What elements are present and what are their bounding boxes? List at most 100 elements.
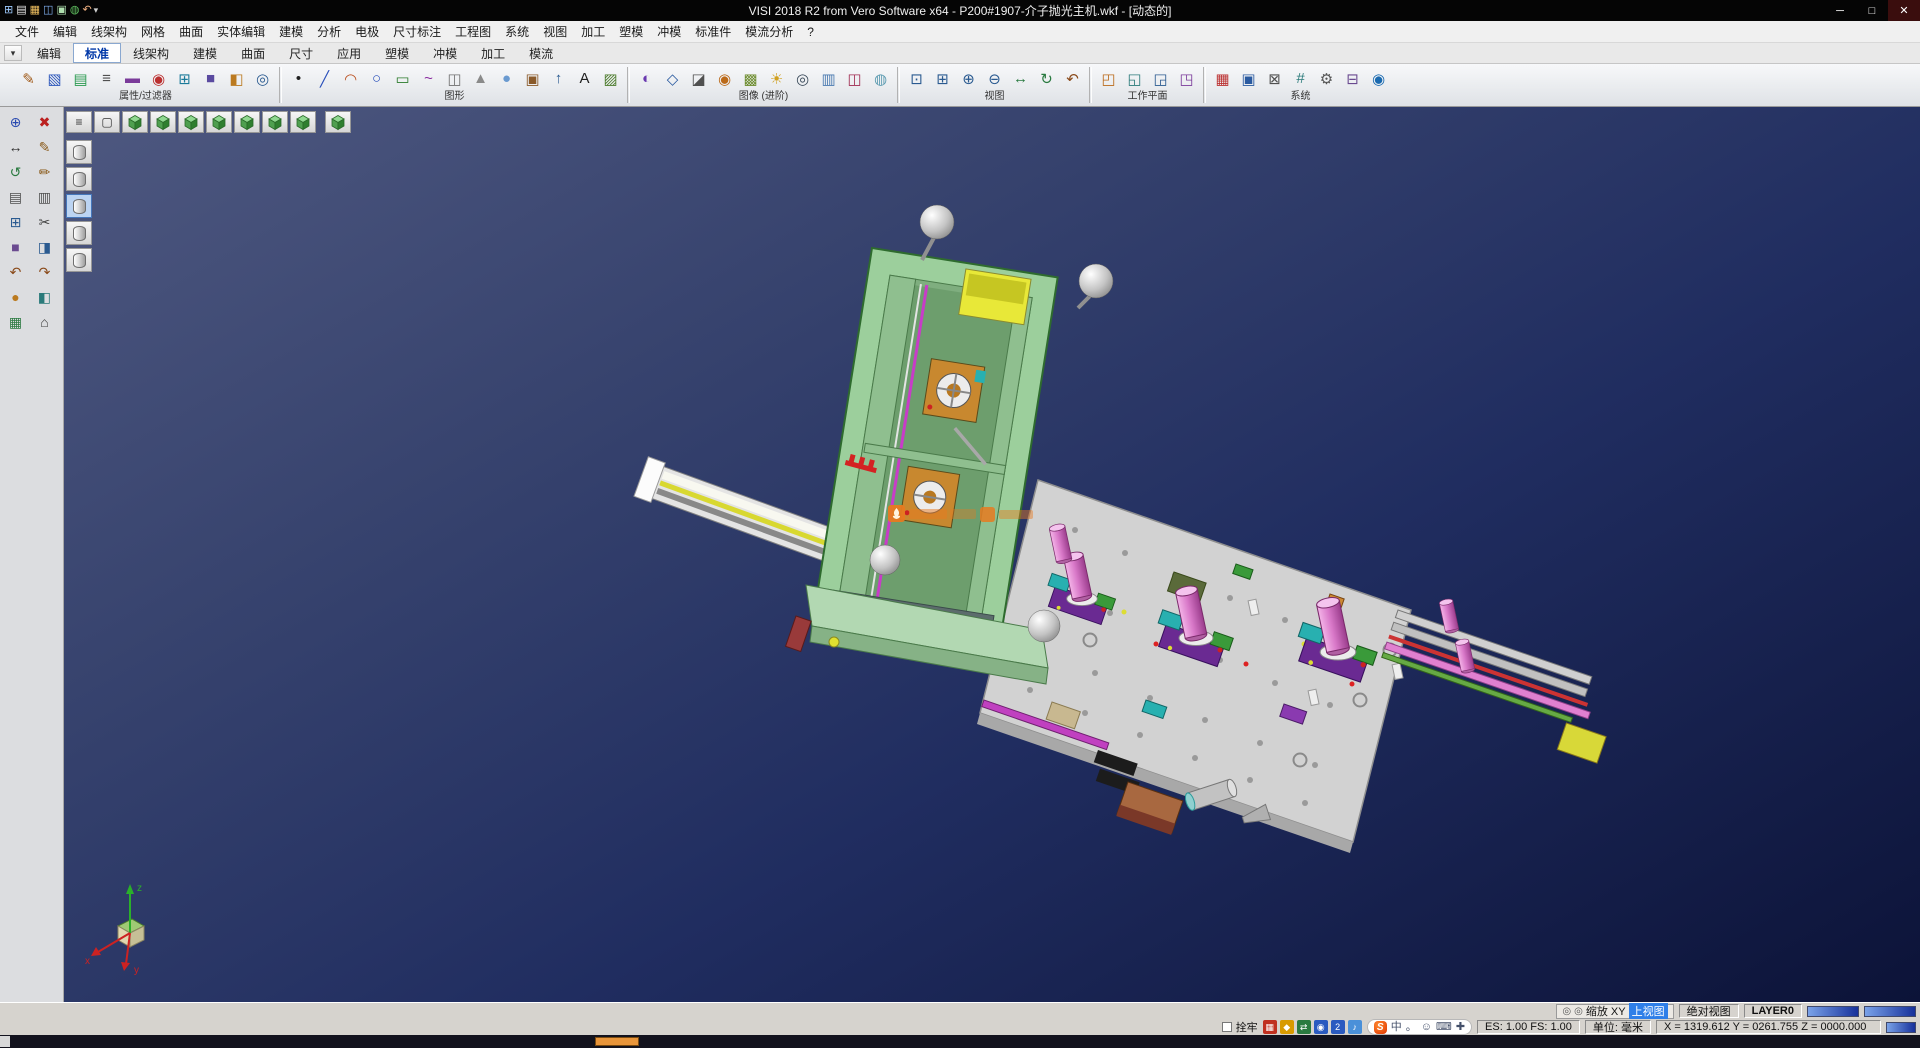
ime-lang-toggle[interactable]: 中 xyxy=(1391,1022,1402,1033)
redo-icon[interactable]: ↷ xyxy=(31,260,58,284)
count-badge[interactable]: 2 xyxy=(1331,1020,1345,1034)
tab[interactable]: 建模 xyxy=(181,43,229,63)
close-button[interactable]: ✕ xyxy=(1888,0,1920,21)
calculator-icon[interactable]: ⊟ xyxy=(1340,66,1365,91)
ime-keyboard-icon[interactable]: ⌨ xyxy=(1436,1022,1452,1033)
menu-item[interactable]: 编辑 xyxy=(46,21,84,43)
shade-icon[interactable]: ◨ xyxy=(31,235,58,259)
tool-red-icon[interactable]: ▦ xyxy=(1263,1020,1277,1034)
menu-item[interactable]: 尺寸标注 xyxy=(386,21,448,43)
mic-icon[interactable]: ♪ xyxy=(1348,1020,1362,1034)
network-icon[interactable]: ◉ xyxy=(1314,1020,1328,1034)
view-left-icon[interactable] xyxy=(234,111,260,133)
menu-item[interactable]: 工程图 xyxy=(448,21,498,43)
sogou-logo-icon[interactable]: S xyxy=(1374,1021,1387,1034)
menu-item[interactable]: ? xyxy=(800,21,821,43)
grid-snap-icon[interactable]: # xyxy=(1288,66,1313,91)
workplane-xy-icon[interactable]: ◰ xyxy=(1096,66,1121,91)
block-icon[interactable]: ▣ xyxy=(520,66,545,91)
rotate-view-icon[interactable]: ↻ xyxy=(1034,66,1059,91)
menu-item[interactable]: 塑模 xyxy=(612,21,650,43)
menu-item[interactable]: 实体编辑 xyxy=(210,21,272,43)
undo-icon[interactable]: ↶ xyxy=(82,5,91,16)
filter-curves-icon[interactable] xyxy=(66,167,92,191)
texture-icon[interactable]: ▩ xyxy=(738,66,763,91)
filter-solids-icon[interactable] xyxy=(66,221,92,245)
layer-indicator[interactable]: LAYER0 xyxy=(1744,1004,1802,1018)
camera-icon[interactable]: ◎ xyxy=(790,66,815,91)
attributes-icon[interactable]: ✎ xyxy=(16,66,41,91)
rectangle-icon[interactable]: ▭ xyxy=(390,66,415,91)
info-icon[interactable]: ◉ xyxy=(1366,66,1391,91)
workplane-entity-icon[interactable]: ◱ xyxy=(1122,66,1147,91)
taskbar-start-edge[interactable] xyxy=(0,1036,10,1047)
right-rail-assembly[interactable] xyxy=(1372,610,1623,763)
new-document-icon[interactable]: ▤ xyxy=(16,5,26,16)
hidden-line-icon[interactable]: ◪ xyxy=(686,66,711,91)
palette-icon[interactable]: ▦ xyxy=(1210,66,1235,91)
tabbar-dropdown-icon[interactable]: ▾ xyxy=(4,45,22,61)
shield-icon[interactable]: ◆ xyxy=(1280,1020,1294,1034)
ime-toolbox-icon[interactable]: ✚ xyxy=(1456,1022,1465,1033)
visibility-filter-icon[interactable]: ◎ xyxy=(250,66,275,91)
light-icon[interactable]: ☀ xyxy=(764,66,789,91)
move-icon[interactable]: ↔ xyxy=(2,135,29,159)
ime-punctuation[interactable]: 。 xyxy=(1406,1022,1417,1033)
menu-item[interactable]: 系统 xyxy=(498,21,536,43)
units-indicator[interactable]: 单位: 毫米 xyxy=(1585,1020,1651,1034)
cylinder-icon[interactable]: ◫ xyxy=(442,66,467,91)
zoom-out-icon[interactable]: ⊖ xyxy=(982,66,1007,91)
linetype-filter-icon[interactable]: ≡ xyxy=(94,66,119,91)
shaded-view-icon[interactable]: ◐ xyxy=(634,66,659,91)
menu-item[interactable]: 标准件 xyxy=(688,21,738,43)
menu-item[interactable]: 加工 xyxy=(574,21,612,43)
ime-emoji-icon[interactable]: ☺ xyxy=(1421,1022,1432,1033)
surface-filter-icon[interactable]: ◧ xyxy=(224,66,249,91)
filter-points-icon[interactable] xyxy=(66,140,92,164)
table-icon[interactable]: ▦ xyxy=(2,310,29,334)
maximize-button[interactable]: □ xyxy=(1856,0,1888,21)
rotate-icon[interactable]: ↺ xyxy=(2,160,29,184)
view-top-icon[interactable] xyxy=(150,111,176,133)
ime-toolbar[interactable]: S 中。 ☺ ⌨ ✚ xyxy=(1367,1019,1472,1035)
workplane-view-icon[interactable]: ◳ xyxy=(1174,66,1199,91)
point-snap-icon[interactable]: ● xyxy=(2,285,29,309)
settings-gear-icon[interactable]: ⚙ xyxy=(1314,66,1339,91)
layer-filter-icon[interactable]: ▤ xyxy=(68,66,93,91)
tab[interactable]: 曲面 xyxy=(229,43,277,63)
solid-filter-icon[interactable]: ■ xyxy=(198,66,223,91)
scale-meter-2[interactable] xyxy=(1864,1006,1916,1017)
workplane-3point-icon[interactable]: ◲ xyxy=(1148,66,1173,91)
view-bottom-icon[interactable] xyxy=(290,111,316,133)
transparency-icon[interactable]: ◍ xyxy=(868,66,893,91)
tab[interactable]: 冲模 xyxy=(421,43,469,63)
arc-icon[interactable]: ◠ xyxy=(338,66,363,91)
menu-item[interactable]: 文件 xyxy=(8,21,46,43)
tab[interactable]: 应用 xyxy=(325,43,373,63)
view-back-icon[interactable] xyxy=(262,111,288,133)
home-icon[interactable]: ⌂ xyxy=(31,310,58,334)
menu-item[interactable]: 曲面 xyxy=(172,21,210,43)
view-mode-indicator[interactable]: 绝对视图 xyxy=(1679,1004,1739,1018)
tab[interactable]: 模流 xyxy=(517,43,565,63)
view-iso-icon[interactable] xyxy=(122,111,148,133)
lock-checkbox[interactable] xyxy=(1222,1022,1232,1032)
tab[interactable]: 加工 xyxy=(469,43,517,63)
zoom-all-icon[interactable]: ⊡ xyxy=(904,66,929,91)
extrude-icon[interactable]: ↑ xyxy=(546,66,571,91)
app-menu-icon[interactable]: ⊞ xyxy=(4,5,13,16)
open-folder-icon[interactable]: ▦ xyxy=(30,5,40,16)
menu-item[interactable]: 分析 xyxy=(310,21,348,43)
render-icon[interactable]: ◉ xyxy=(712,66,737,91)
scale-meter-1[interactable] xyxy=(1807,1006,1859,1017)
tab[interactable]: 标准 xyxy=(73,43,121,63)
menu-item[interactable]: 模流分析 xyxy=(738,21,800,43)
color-filter-icon[interactable]: ▧ xyxy=(42,66,67,91)
scale-meter-3[interactable] xyxy=(1886,1022,1916,1033)
filter-all-icon[interactable] xyxy=(66,248,92,272)
background-icon[interactable]: ▥ xyxy=(816,66,841,91)
sphere-icon[interactable]: ● xyxy=(494,66,519,91)
quick-access-dropdown-icon[interactable]: ▾ xyxy=(94,5,99,16)
layers-icon[interactable]: ▥ xyxy=(31,185,58,209)
undo-icon[interactable]: ↶ xyxy=(2,260,29,284)
